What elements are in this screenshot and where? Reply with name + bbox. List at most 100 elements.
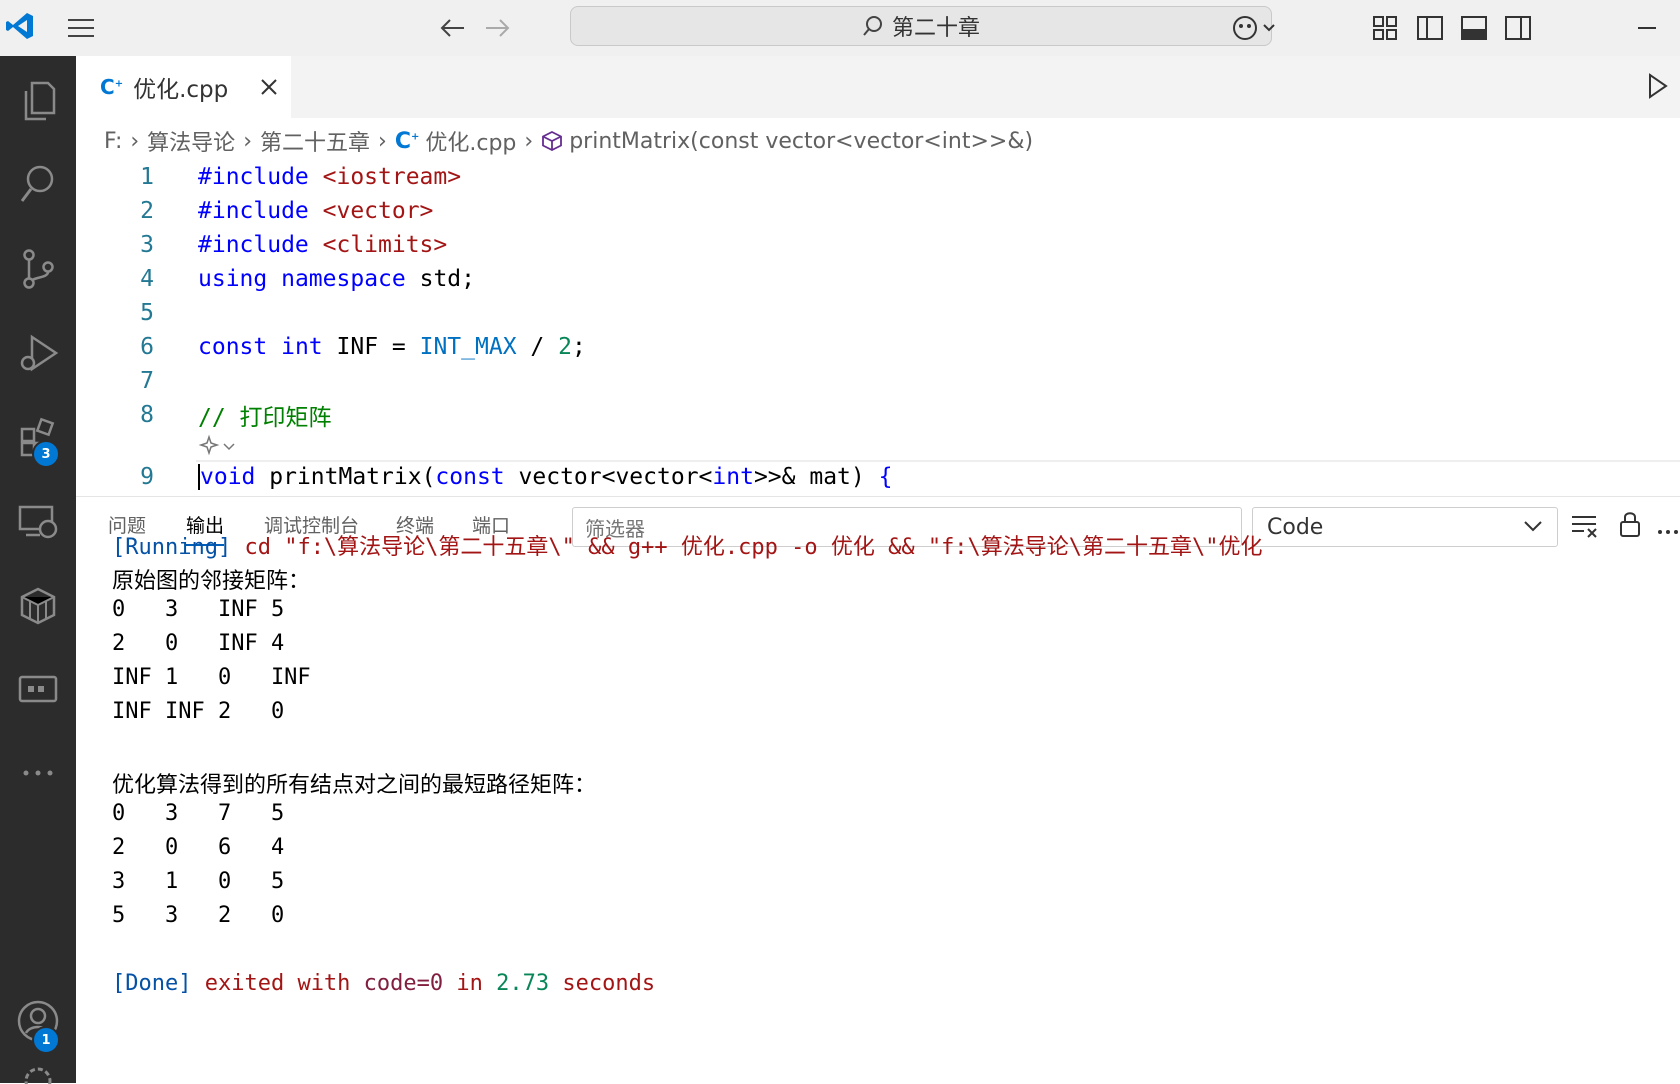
code-line: 3 #include <climits> xyxy=(76,228,1680,262)
done-text-3: seconds xyxy=(549,971,656,996)
accounts-icon[interactable]: 1 xyxy=(0,986,76,1056)
codelens-sparkle-icon[interactable] xyxy=(198,434,240,458)
output-heading-original: 原始图的邻接矩阵： xyxy=(112,569,311,594)
output-matrix2-row: 2 0 6 4 xyxy=(112,835,285,860)
output-matrix1-row: 0 3 INF 5 xyxy=(112,597,285,622)
more-icon[interactable] xyxy=(0,738,76,808)
code-line: 2 #include <vector> xyxy=(76,194,1680,228)
search-icon[interactable] xyxy=(0,150,76,220)
line-4-code: using namespace std; xyxy=(198,266,475,292)
line-number: 3 xyxy=(140,232,154,258)
method-cube-icon xyxy=(541,130,563,152)
activity-bar: 3 1 xyxy=(0,56,76,1084)
extensions-badge: 3 xyxy=(32,440,60,468)
back-arrow-icon[interactable] xyxy=(438,10,466,46)
line-number: 5 xyxy=(140,300,154,326)
bottom-panel: 问题 输出 调试控制台 终端 端口 筛选器 Code [Running] cd … xyxy=(76,496,1680,1084)
line-number: 2 xyxy=(140,198,154,224)
done-prefix: [Done] xyxy=(112,971,192,996)
chevron-right-icon: › xyxy=(243,128,252,154)
done-text-1: exited with xyxy=(191,971,364,996)
line-number: 7 xyxy=(140,368,154,394)
toggle-panel-icon[interactable] xyxy=(1460,10,1488,46)
code-line: 8 // 打印矩阵 xyxy=(76,398,1680,432)
explorer-icon[interactable] xyxy=(0,66,76,136)
done-code: code=0 xyxy=(363,971,444,996)
output-channel-select[interactable]: Code xyxy=(1252,507,1558,547)
running-command: cd "f:\算法导论\第二十五章\" && g++ 优化.cpp -o 优化 … xyxy=(231,535,1263,560)
code-line: 1 #include <iostream> xyxy=(76,160,1680,194)
line-number: 9 xyxy=(140,464,154,490)
toggle-primary-sidebar-icon[interactable] xyxy=(1416,10,1444,46)
output-running-line: [Running] cd "f:\算法导论\第二十五章\" && g++ 优化.… xyxy=(112,529,1263,561)
code-line: 7 xyxy=(76,364,1680,398)
line-number: 8 xyxy=(140,402,154,428)
customize-layout-icon[interactable] xyxy=(1372,10,1398,46)
menu-icon[interactable] xyxy=(66,10,96,46)
line-8-comment: // 打印矩阵 xyxy=(198,405,332,431)
chevron-down-icon xyxy=(1523,518,1543,534)
forward-arrow-icon[interactable] xyxy=(484,10,512,46)
code-line: 4 using namespace std; xyxy=(76,262,1680,296)
containers-icon[interactable] xyxy=(0,570,76,640)
run-debug-icon[interactable] xyxy=(0,318,76,388)
done-text-2: in xyxy=(443,971,497,996)
tab-label: 优化.cpp xyxy=(133,77,229,103)
command-center-text: 第二十章 xyxy=(891,16,980,41)
line-6-code: const int INF = INT_MAX / 2; xyxy=(198,334,586,360)
breadcrumb-drive[interactable]: F: xyxy=(104,129,122,154)
minimize-icon[interactable] xyxy=(1634,10,1660,46)
toggle-secondary-sidebar-icon[interactable] xyxy=(1504,10,1532,46)
output-done-line: [Done] exited with code=0 in 2.73 second… xyxy=(112,971,655,996)
command-center-search[interactable]: 第二十章 xyxy=(570,6,1272,46)
more-actions-icon[interactable] xyxy=(1656,521,1680,540)
lock-scroll-icon[interactable] xyxy=(1618,509,1642,543)
editor-tabs: C+ 优化.cpp xyxy=(76,56,1680,118)
code-line: 5 xyxy=(76,296,1680,330)
line-3-code: #include <climits> xyxy=(198,232,448,258)
remote-window-icon[interactable] xyxy=(0,654,76,724)
done-time: 2.73 xyxy=(496,971,550,996)
output-matrix2-row: 3 1 0 5 xyxy=(112,869,285,894)
source-control-icon[interactable] xyxy=(0,234,76,304)
copilot-icon[interactable] xyxy=(1232,10,1278,46)
remote-explorer-icon[interactable] xyxy=(0,486,76,556)
breadcrumb-folder[interactable]: 算法导论 xyxy=(147,125,235,157)
output-matrix1-row: INF INF 2 0 xyxy=(112,699,285,724)
line-1-code: #include <iostream> xyxy=(198,164,462,190)
output-matrix1-row: INF 1 0 INF xyxy=(112,665,311,690)
breadcrumb: F: › 算法导论 › 第二十五章 › C+ 优化.cpp › printMat… xyxy=(104,122,1033,160)
output-heading-optimized: 优化算法得到的所有结点对之间的最短路径矩阵： xyxy=(112,773,597,798)
search-icon xyxy=(862,15,884,37)
output-matrix2-row: 5 3 2 0 xyxy=(112,903,285,928)
cpp-file-icon: C+ xyxy=(100,75,124,99)
running-prefix: [Running] xyxy=(112,535,232,560)
line-number: 1 xyxy=(140,164,154,190)
accounts-badge: 1 xyxy=(32,1026,60,1054)
code-editor[interactable]: 1 #include <iostream> 2 #include <vector… xyxy=(76,160,1680,498)
output-channel-value: Code xyxy=(1267,514,1324,540)
cpp-file-icon: C+ xyxy=(394,128,420,154)
run-code-icon[interactable] xyxy=(1646,72,1670,104)
vscode-logo-icon[interactable] xyxy=(4,8,36,44)
code-line: 6 const int INF = INT_MAX / 2; xyxy=(76,330,1680,364)
output-matrix1-row: 2 0 INF 4 xyxy=(112,631,285,656)
line-2-code: #include <vector> xyxy=(198,198,434,224)
breadcrumb-file[interactable]: 优化.cpp xyxy=(425,125,516,157)
breadcrumb-symbol[interactable]: printMatrix(const vector<vector<int>>&) xyxy=(569,129,1033,154)
line-number: 4 xyxy=(140,266,154,292)
close-icon[interactable] xyxy=(260,78,278,96)
chevron-right-icon: › xyxy=(524,128,534,154)
chevron-right-icon: › xyxy=(130,128,140,154)
line-9-code: void printMatrix(const vector<vector<int… xyxy=(198,464,893,490)
breadcrumb-subfolder[interactable]: 第二十五章 xyxy=(260,125,370,157)
settings-gear-icon[interactable] xyxy=(0,1064,76,1084)
line-number: 6 xyxy=(140,334,154,360)
clear-output-icon[interactable] xyxy=(1570,513,1600,543)
tab-optimize-cpp[interactable]: C+ 优化.cpp xyxy=(76,56,291,118)
output-matrix2-row: 0 3 7 5 xyxy=(112,801,285,826)
chevron-right-icon: › xyxy=(378,128,387,154)
code-line-current: 9 void printMatrix(const vector<vector<i… xyxy=(76,460,1680,498)
extensions-icon[interactable]: 3 xyxy=(0,402,76,472)
title-bar: 第二十章 xyxy=(0,0,1680,57)
